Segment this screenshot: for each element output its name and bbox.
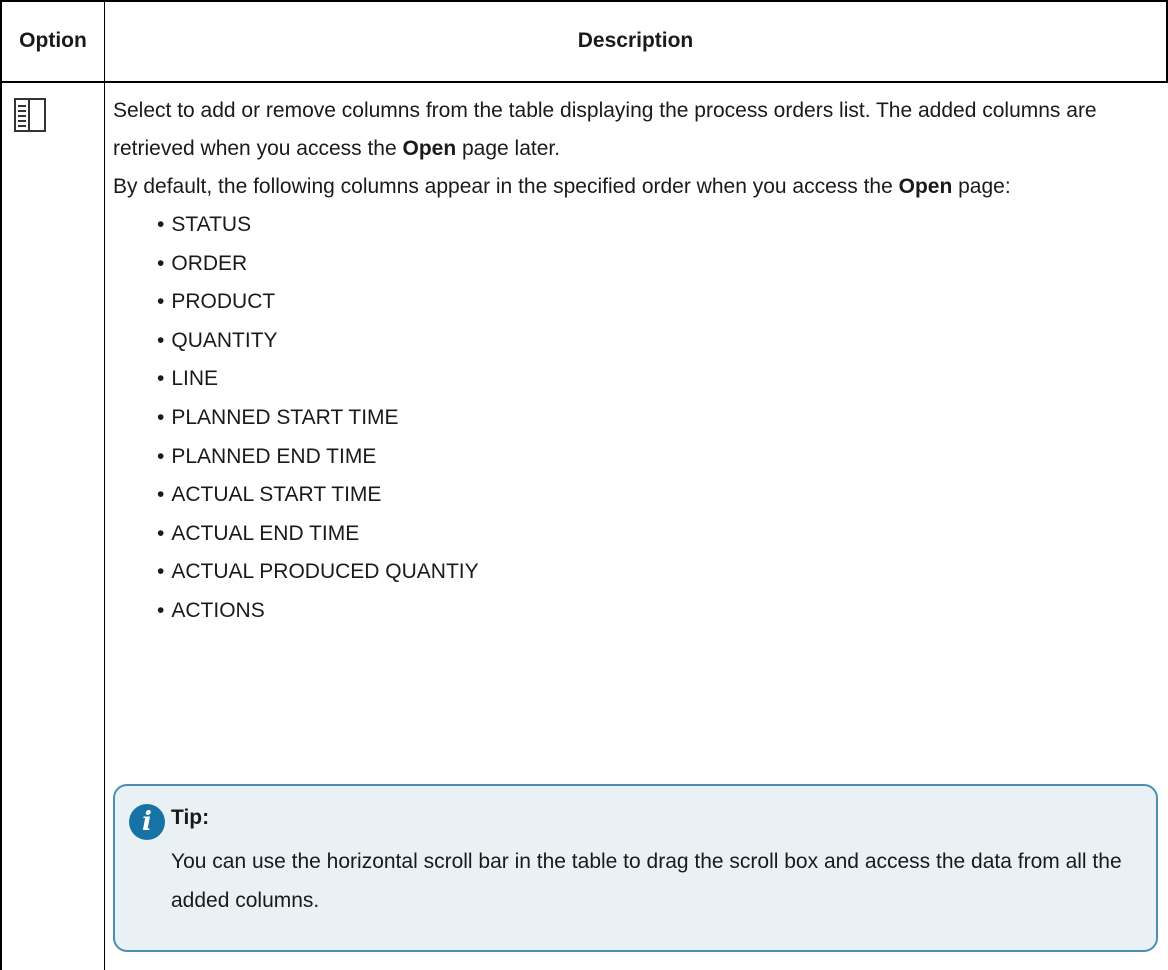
table-left-border	[0, 0, 2, 970]
list-item: ACTUAL END TIME	[157, 515, 1153, 554]
description-paragraph-1: Select to add or remove columns from the…	[113, 92, 1153, 168]
list-item: ORDER	[157, 245, 1153, 284]
column-settings-icon	[14, 98, 54, 134]
tip-title: Tip:	[171, 806, 210, 829]
description-paragraph-2: By default, the following columns appear…	[113, 168, 1153, 206]
para1-tail: page later.	[456, 137, 561, 160]
description-cell: Select to add or remove columns from the…	[113, 92, 1153, 631]
header-option: Option	[19, 29, 87, 52]
options-table: Option Description Select to add or remo…	[0, 0, 1168, 970]
para2-open-label: Open	[898, 175, 953, 198]
list-item: ACTUAL PRODUCED QUANTIY	[157, 553, 1153, 592]
list-item: STATUS	[157, 206, 1153, 245]
para1-text: Select to add or remove columns from the…	[113, 99, 1097, 160]
list-item: ACTIONS	[157, 592, 1153, 631]
list-item: PRODUCT	[157, 283, 1153, 322]
list-item: PLANNED END TIME	[157, 438, 1153, 477]
default-columns-list: STATUS ORDER PRODUCT QUANTITY LINE PLANN…	[113, 206, 1153, 631]
list-item: PLANNED START TIME	[157, 399, 1153, 438]
list-item: ACTUAL START TIME	[157, 476, 1153, 515]
para2-text: By default, the following columns appear…	[113, 175, 899, 198]
para1-open-label: Open	[402, 137, 457, 160]
header-description: Description	[577, 29, 694, 52]
info-icon: i	[129, 804, 165, 840]
list-item: QUANTITY	[157, 322, 1153, 361]
list-item: LINE	[157, 360, 1153, 399]
para2-tail: page:	[952, 175, 1011, 198]
column-divider	[104, 0, 105, 970]
tip-body: You can use the horizontal scroll bar in…	[171, 850, 1122, 912]
tip-callout: i Tip: You can use the horizontal scroll…	[113, 784, 1158, 952]
